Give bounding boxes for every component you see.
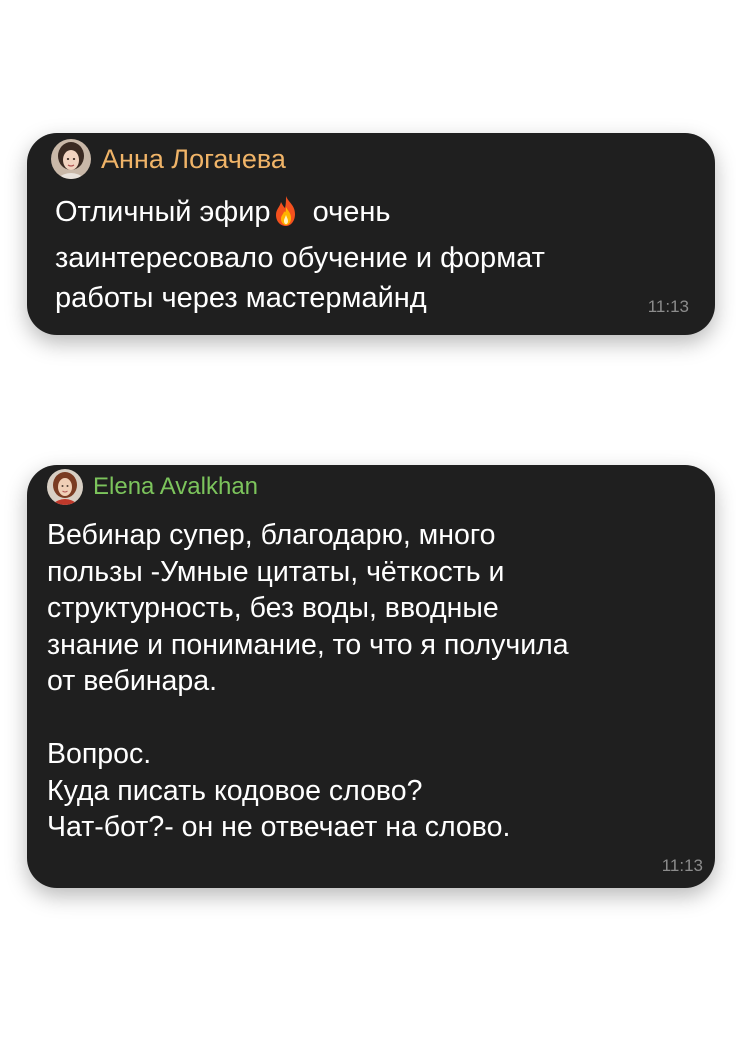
avatar-image	[47, 469, 83, 505]
message-header: Анна Логачева	[51, 139, 286, 179]
avatar[interactable]	[47, 469, 83, 505]
fire-emoji-icon	[273, 195, 299, 238]
avatar-image	[51, 139, 91, 179]
message-bubble[interactable]: Анна Логачева Отличный эфир очень заинте…	[27, 133, 715, 335]
message-text: Отличный эфир очень заинтересовало обуче…	[55, 192, 695, 318]
message-timestamp: 11:13	[661, 856, 703, 875]
message-header: Elena Avalkhan	[47, 469, 258, 505]
avatar[interactable]	[51, 139, 91, 179]
message-timestamp: 11:13	[647, 297, 689, 316]
sender-name[interactable]: Анна Логачева	[101, 139, 286, 179]
message-text: Вебинар супер, благодарю, много пользы -…	[47, 519, 569, 843]
sender-name[interactable]: Elena Avalkhan	[93, 469, 258, 505]
message-text-part: Отличный эфир	[55, 196, 271, 228]
message-bubble[interactable]: Elena Avalkhan Вебинар супер, благодарю,…	[27, 465, 715, 888]
